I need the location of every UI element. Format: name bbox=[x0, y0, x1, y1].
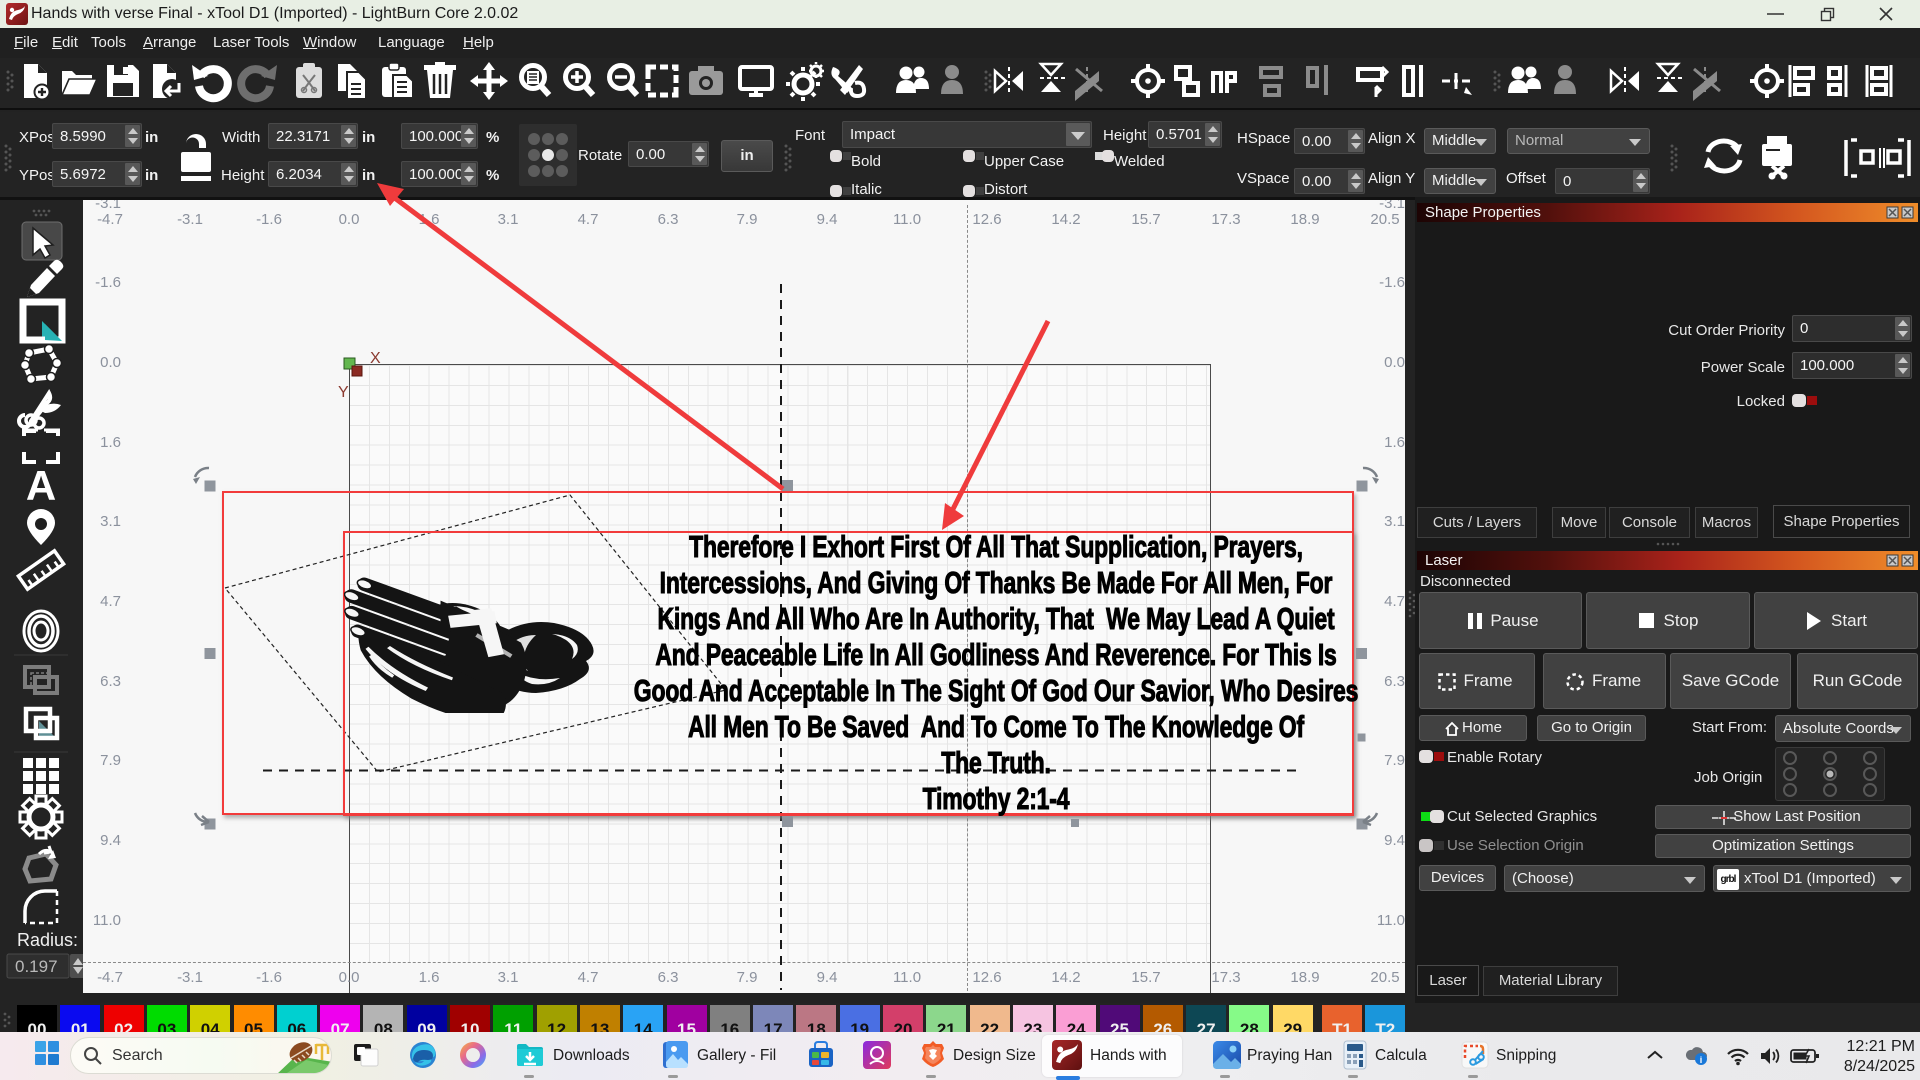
svg-text:0.197: 0.197 bbox=[15, 957, 58, 976]
svg-text:Radius:: Radius: bbox=[17, 930, 78, 950]
svg-text:A: A bbox=[26, 462, 56, 509]
svg-text:i: i bbox=[1700, 1055, 1703, 1065]
